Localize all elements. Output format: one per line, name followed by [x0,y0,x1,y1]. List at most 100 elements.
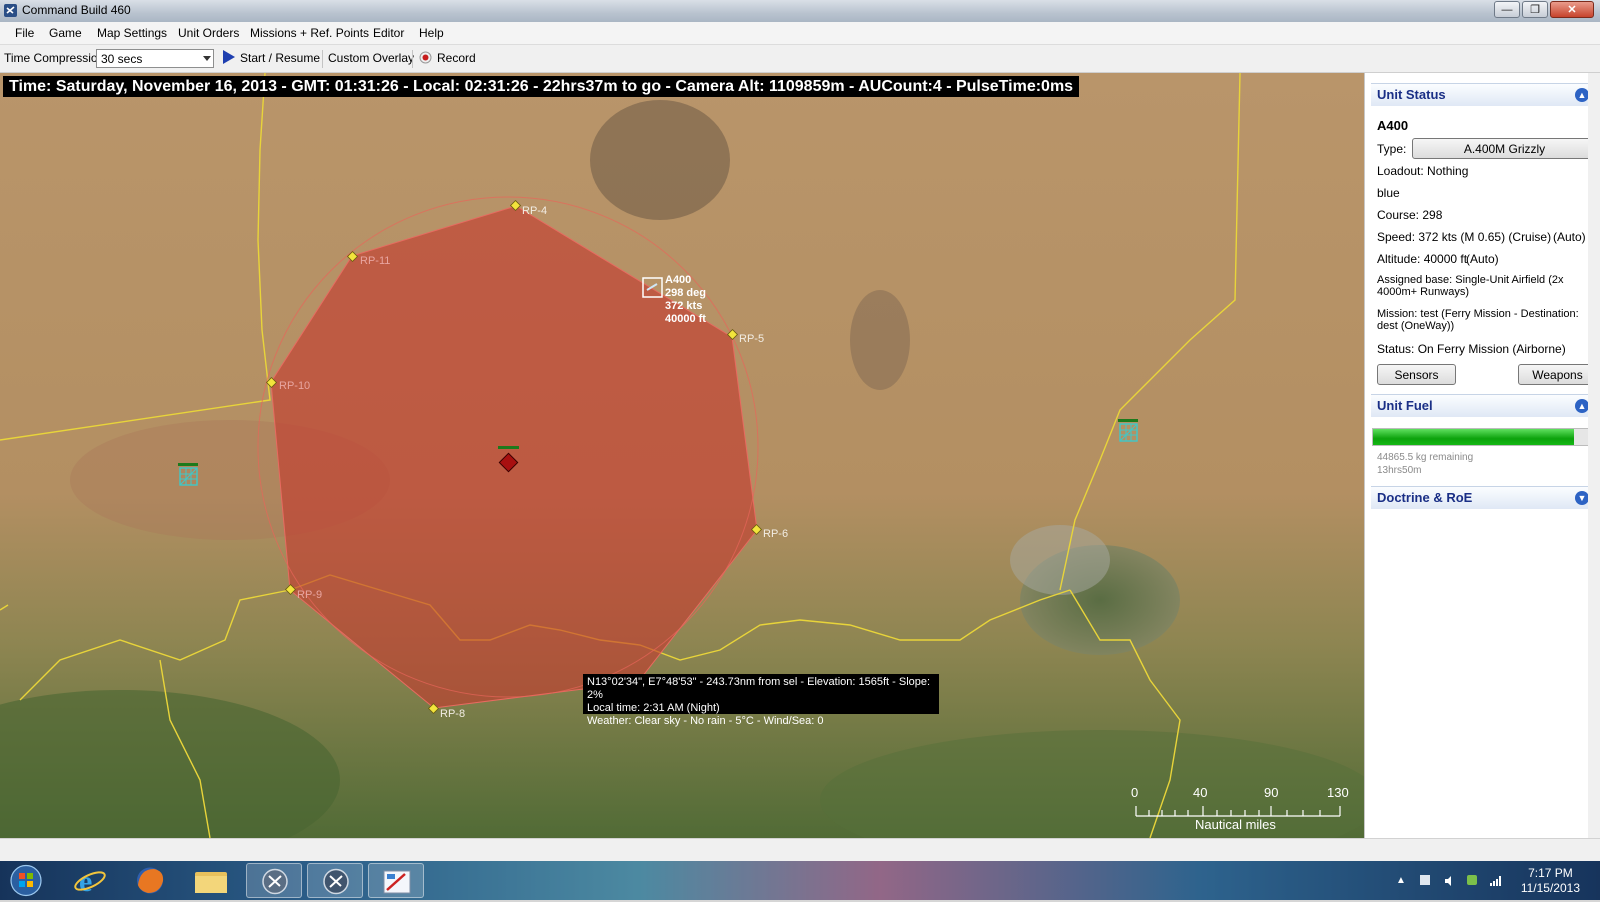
clock-date: 11/15/2013 [1520,881,1580,895]
maximize-button[interactable]: ❐ [1522,1,1548,18]
tooltip-local-time: Local time: 2:31 AM (Night) [587,702,720,714]
start-button[interactable] [4,863,50,898]
course-text: Course: 298 [1377,208,1443,222]
menu-game[interactable]: Game [49,26,82,40]
scale-tick: 0 [1131,785,1139,800]
menu-map-settings[interactable]: Map Settings [97,26,167,40]
collapse-icon[interactable]: ▲ [1575,88,1589,102]
collapse-icon[interactable]: ▲ [1575,399,1589,413]
custom-overlay-button[interactable]: Custom Overlay [328,51,414,65]
rp-label-rp-10: RP-10 [279,380,311,392]
status-text: Status: On Ferry Mission (Airborne) [1377,342,1566,356]
doctrine-roe-title: Doctrine & RoE [1377,490,1473,505]
time-compression-label: Time Compression: [4,51,108,65]
scale-tick: 130 [1327,785,1349,800]
start-orb-icon [10,864,42,897]
fuel-bar [1372,428,1600,446]
taskbar-clock[interactable]: 7:17 PM 11/15/2013 [1521,866,1580,896]
menu-editor[interactable]: Editor [373,26,404,40]
taskbar-internet-explorer[interactable]: e [62,863,118,898]
menu-help[interactable]: Help [419,26,444,40]
mission-text-2: dest (OneWay)) [1377,320,1455,332]
rp-label-rp-4: RP-4 [522,205,548,217]
unit-label: A400 298 deg 372 kts 40000 ft [665,274,706,326]
menu-file[interactable]: File [15,26,34,40]
rp-label-rp-9: RP-9 [297,589,323,601]
unit-fuel-title: Unit Fuel [1377,398,1433,413]
taskbar-command-app-1[interactable] [246,863,302,898]
unit-label-name: A400 [665,274,692,286]
side-text: blue [1377,186,1400,200]
taskbar-command-app-2[interactable] [307,863,363,898]
assigned-base-text: Assigned base: Single-Unit Airfield (2x [1377,274,1564,286]
assigned-base-text-2: 4000m+ Runways) [1377,286,1470,298]
panel-scrollbar[interactable] [1588,73,1600,838]
record-button[interactable]: Record [437,51,476,65]
unit-name: A400 [1377,118,1409,133]
rp-label-rp-5: RP-5 [739,333,765,345]
command-app-icon [262,868,288,895]
unit-status-title: Unit Status [1377,87,1446,102]
toolbar-separator [412,50,413,68]
taskbar-firefox[interactable] [122,863,178,898]
close-icon: ✕ [1567,4,1577,16]
close-button[interactable]: ✕ [1550,1,1594,18]
svg-text:e: e [79,865,92,898]
record-icon [419,51,432,67]
menu-unit-orders[interactable]: Unit Orders [178,26,239,40]
tray-network-icon[interactable] [1490,875,1501,886]
type-label: Type: [1377,142,1407,156]
tray-volume-icon[interactable] [1444,875,1454,886]
speed-auto-toggle[interactable]: (Auto) [1553,230,1586,244]
toolbar-separator [322,50,323,68]
command-app-icon [323,868,349,895]
weapons-button[interactable]: Weapons [1518,364,1597,385]
title-bar: Command Build 460 — ❐ ✕ [0,0,1600,23]
tray-expand-icon[interactable]: ▲ [1396,875,1406,886]
time-compression-value: 30 secs [101,52,143,66]
scale-units: Nautical miles [1195,817,1276,832]
map-hover-tooltip: N13°02'34", E7°48'53" - 243.73nm from se… [583,674,939,727]
altitude-auto-toggle[interactable]: (Auto) [1466,252,1499,266]
tray-action-center-icon[interactable] [1420,875,1430,885]
fuel-time-left: 13hrs50m [1377,465,1422,476]
folder-icon [195,872,227,893]
tray-app-icon[interactable] [1467,875,1477,885]
unit-type-button[interactable]: A.400M Grizzly [1412,138,1597,159]
sensors-button[interactable]: Sensors [1377,364,1456,385]
unit-label-altitude: 40000 ft [665,313,706,325]
window-title: Command Build 460 [22,3,131,17]
altitude-text: Altitude: 40000 ft [1377,252,1468,266]
start-resume-button[interactable]: Start / Resume [240,51,320,65]
rp-label-rp-8: RP-8 [440,708,466,720]
rp-label-rp-11: RP-11 [360,255,391,267]
unit-label-course: 298 deg [665,287,706,299]
terrain-feature [850,290,910,390]
menu-missions[interactable]: Missions + Ref. Points [250,26,369,40]
paint-icon [383,870,411,894]
windows-taskbar: e ▲ 7:17 PM 11/15/2013 [0,861,1600,900]
minimize-button[interactable]: — [1494,1,1520,18]
doctrine-roe-header[interactable]: Doctrine & RoE ▼ [1371,486,1593,509]
restore-icon: ❐ [1530,4,1540,16]
unit-fuel-header[interactable]: Unit Fuel ▲ [1371,394,1593,417]
clock-time: 7:17 PM [1528,866,1573,880]
status-bar [0,838,1600,861]
tooltip-coordinates: N13°02'34", E7°48'53" - 243.73nm from se… [587,676,931,701]
unit-info-panel: Unit Status ▲ A400 Type: A.400M Grizzly … [1364,73,1600,838]
taskbar-paint[interactable] [368,863,424,898]
menu-bar: File Game Map Settings Unit Orders Missi… [0,22,1600,45]
internet-explorer-icon: e [74,865,106,898]
haze [1010,525,1110,595]
firefox-icon [137,867,164,894]
tooltip-weather: Weather: Clear sky - No rain - 5°C - Win… [587,715,824,727]
toolbar: Time Compression: Start / Resume Custom … [0,45,1600,73]
unit-status-header[interactable]: Unit Status ▲ [1371,83,1593,106]
fuel-bar-fill [1373,429,1575,445]
taskbar-file-explorer[interactable] [183,863,239,898]
time-status-bar: Time: Saturday, November 16, 2013 - GMT:… [3,76,1080,97]
expand-icon[interactable]: ▼ [1575,491,1589,505]
minimize-icon: — [1501,3,1513,16]
time-compression-select[interactable]: 30 secs [96,49,214,68]
scale-tick: 40 [1193,785,1208,800]
